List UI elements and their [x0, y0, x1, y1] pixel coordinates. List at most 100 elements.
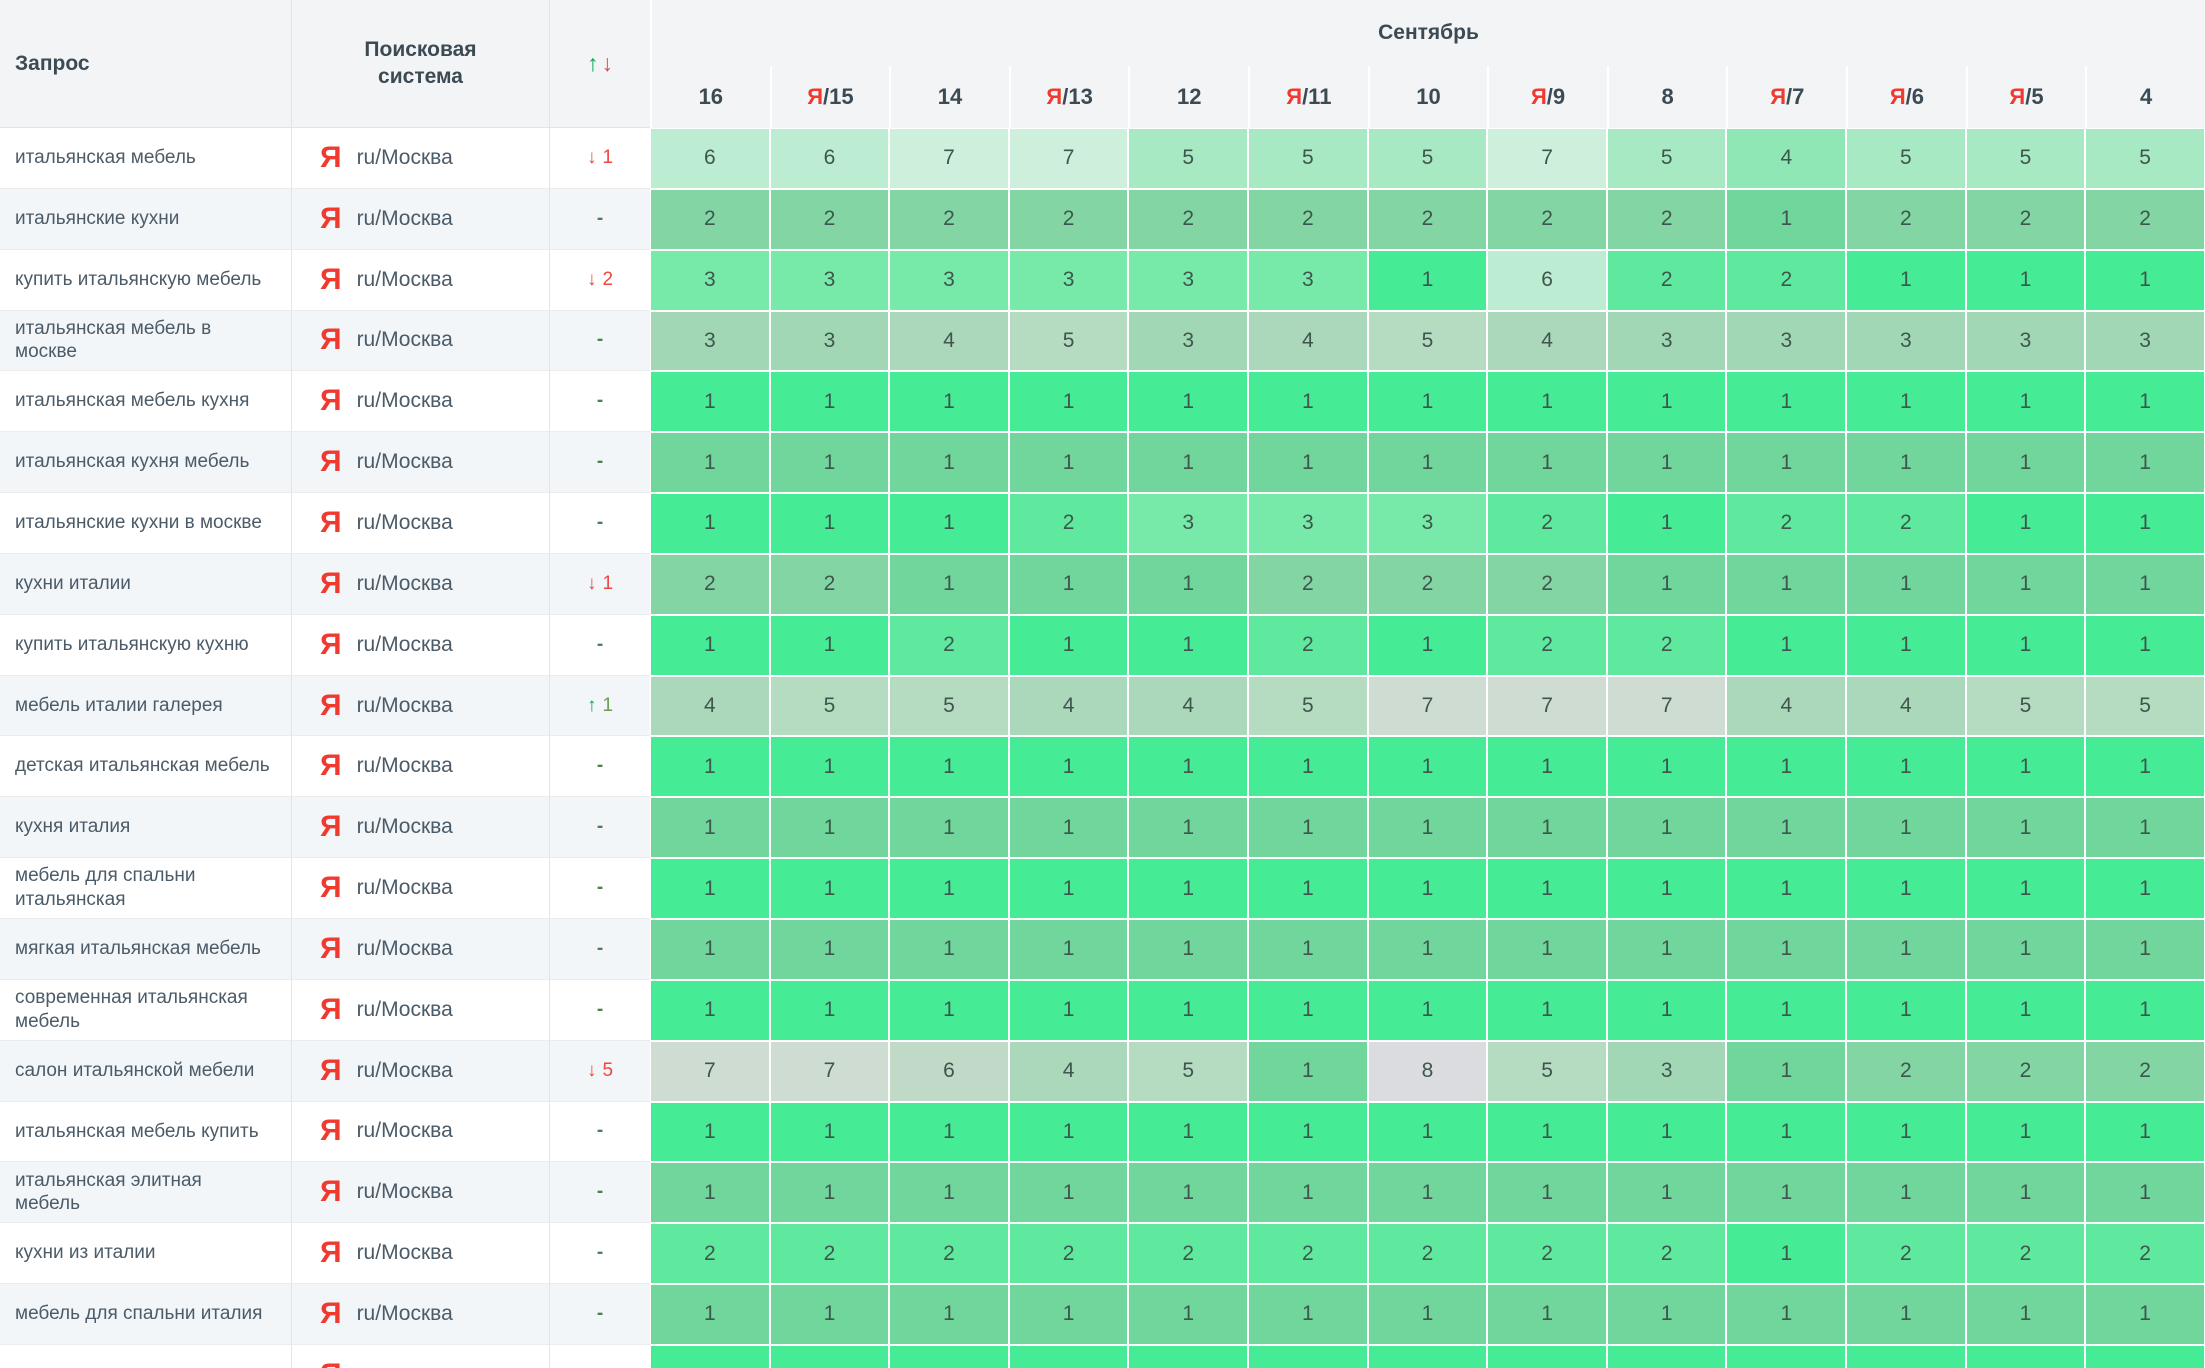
position-cell: 1 [1009, 858, 1129, 919]
query-text[interactable]: итальянская кухня мебель [15, 450, 249, 474]
position-cell: 1 [1726, 919, 1846, 980]
position-cell: 1 [1009, 736, 1129, 797]
position-cell: 1 [889, 554, 1009, 615]
query-text[interactable]: итальянская мебель кухня [15, 389, 249, 413]
query-text[interactable]: мебель италии галерея [15, 694, 223, 718]
position-cell: 1 [1726, 554, 1846, 615]
position-change-cell [550, 1345, 650, 1368]
position-cell: 2 [1726, 250, 1846, 311]
search-engine-cell: Яru/Москва [292, 797, 550, 858]
keyword-row: современная итальянская мебельЯru/Москва… [0, 980, 2205, 1041]
search-engine-cell: Яru/Москва [292, 1102, 550, 1163]
query-text[interactable]: мебель для спальни итальянская [15, 864, 271, 912]
position-cell: 1 [2085, 980, 2205, 1041]
positions-cells: 2222222221222 [650, 189, 2205, 250]
date-column-header[interactable]: Я/11 [1248, 66, 1368, 128]
position-cell: 1 [650, 797, 770, 858]
position-cell: 1 [1009, 919, 1129, 980]
query-text[interactable]: кухня италия [15, 815, 130, 839]
position-cell: 2 [770, 554, 890, 615]
date-column-header[interactable]: Я/15 [770, 66, 890, 128]
position-cell: 5 [2085, 128, 2205, 189]
positions-cells: 1112333212211 [650, 493, 2205, 554]
query-text[interactable]: салон итальянской мебели [15, 1059, 254, 1083]
date-label: /9 [1547, 84, 1565, 110]
yandex-icon: Я [1531, 84, 1547, 110]
position-cell: 1 [1248, 797, 1368, 858]
date-column-header[interactable]: 4 [2085, 66, 2205, 128]
query-text[interactable]: купить итальянскую мебель [15, 268, 261, 292]
table-header: Запрос Поисковая система ↑ ↓ Сентябрь 16… [0, 0, 2205, 128]
yandex-icon: Я [320, 995, 342, 1025]
date-column-header[interactable]: Я/7 [1726, 66, 1846, 128]
query-text[interactable]: купить итальянскую кухню [15, 633, 249, 657]
position-cell: 2 [650, 554, 770, 615]
query-text[interactable]: итальянские кухни [15, 207, 179, 231]
position-cell: 1 [889, 1162, 1009, 1223]
query-text[interactable]: итальянская мебель в москве [15, 317, 271, 365]
query-text[interactable]: итальянская мебель купить [15, 1120, 259, 1144]
position-cell: 1 [1248, 1162, 1368, 1223]
position-cell: 2 [1607, 250, 1727, 311]
query-text[interactable]: итальянская мебель [15, 146, 196, 170]
date-label: /5 [2025, 84, 2043, 110]
date-column-header[interactable]: 10 [1368, 66, 1488, 128]
query-text[interactable]: детская итальянская мебель [15, 754, 270, 778]
partial-keyword-row: Я [0, 1345, 2205, 1368]
engine-region-label: ru/Москва [357, 572, 453, 596]
no-change-dash-icon: - [597, 634, 603, 656]
keyword-row: салон итальянской мебелиЯru/Москва↓57764… [0, 1041, 2205, 1102]
position-cell: 4 [1487, 311, 1607, 372]
query-text[interactable]: мягкая итальянская мебель [15, 937, 261, 961]
query-cell: мебель для спальни итальянская [0, 858, 292, 919]
date-column-header[interactable]: Я/6 [1846, 66, 1966, 128]
position-cell: 1 [1607, 1102, 1727, 1163]
position-cell: 1 [1248, 736, 1368, 797]
date-column-header[interactable]: Я/13 [1009, 66, 1129, 128]
position-cell: 1 [1607, 919, 1727, 980]
date-column-header[interactable]: Я/9 [1487, 66, 1607, 128]
date-column-header[interactable]: Я/5 [1966, 66, 2086, 128]
column-header-search-engine[interactable]: Поисковая система [292, 0, 550, 128]
keyword-row: мебель для спальни итальянскаяЯru/Москва… [0, 858, 2205, 919]
query-text[interactable]: кухни из италии [15, 1241, 156, 1265]
position-cell: 2 [1726, 493, 1846, 554]
position-cell: 6 [1487, 250, 1607, 311]
positions-cells: 1111111111111 [650, 736, 2205, 797]
position-change-cell: - [550, 1162, 650, 1223]
position-cell: 2 [650, 1223, 770, 1284]
date-column-header[interactable]: 16 [652, 66, 770, 128]
position-cell: 1 [1368, 1162, 1488, 1223]
position-cell: 6 [770, 128, 890, 189]
position-cell: 1 [1966, 493, 2086, 554]
position-cell: 1 [2085, 615, 2205, 676]
position-cell: 3 [1846, 311, 1966, 372]
position-cell: 1 [1368, 250, 1488, 311]
query-text[interactable]: итальянские кухни в москве [15, 511, 262, 535]
keyword-row: итальянская мебель в москвеЯru/Москва-33… [0, 311, 2205, 372]
position-cell: 2 [1248, 615, 1368, 676]
date-column-header[interactable]: 14 [889, 66, 1009, 128]
search-engine-cell: Яru/Москва [292, 676, 550, 737]
column-header-query[interactable]: Запрос [0, 0, 292, 128]
date-label: /15 [823, 84, 854, 110]
arrow-down-icon: ↓ [587, 269, 597, 291]
yandex-icon: Я [1890, 84, 1906, 110]
date-label: 12 [1177, 84, 1201, 110]
query-text[interactable]: кухни италии [15, 572, 131, 596]
date-column-header[interactable]: 12 [1128, 66, 1248, 128]
position-cell: 1 [1726, 1102, 1846, 1163]
position-cell: 1 [1248, 919, 1368, 980]
query-text[interactable]: современная итальянская мебель [15, 986, 271, 1034]
position-cell: 1 [1368, 1102, 1488, 1163]
position-cell: 1 [1248, 1102, 1368, 1163]
column-header-change[interactable]: ↑ ↓ [550, 0, 650, 128]
position-cell: 1 [1607, 736, 1727, 797]
position-cell: 3 [1248, 493, 1368, 554]
query-text[interactable]: итальянская элитная мебель [15, 1169, 271, 1217]
sort-up-arrow-icon: ↑ [587, 50, 599, 77]
date-column-header[interactable]: 8 [1607, 66, 1727, 128]
position-cell: 1 [1966, 615, 2086, 676]
query-text[interactable]: мебель для спальни италия [15, 1302, 262, 1326]
position-cell: 3 [650, 311, 770, 372]
